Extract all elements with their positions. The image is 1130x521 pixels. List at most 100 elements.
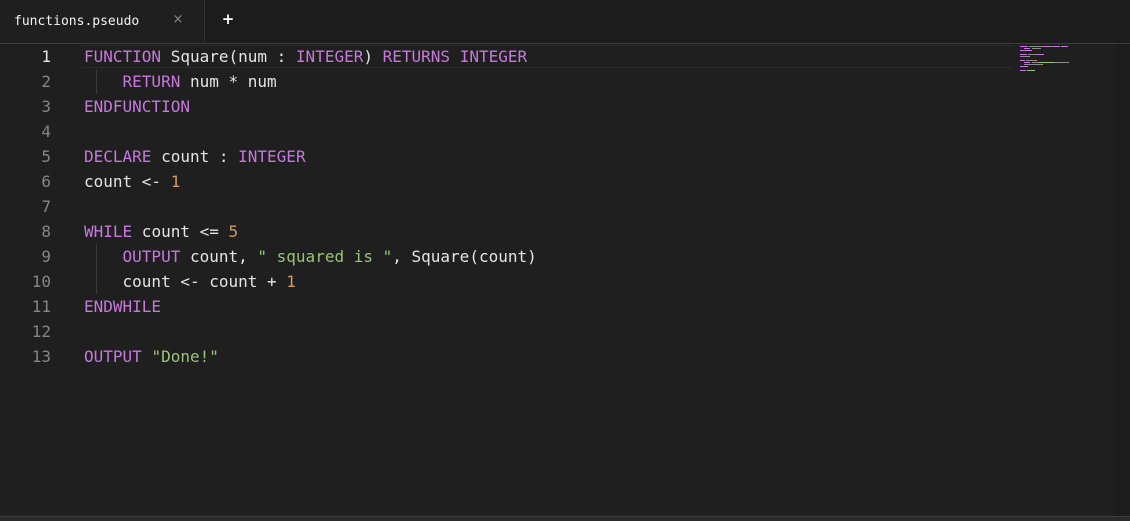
line-number: 2 bbox=[41, 72, 51, 91]
editor-window: functions.pseudo × + 1 FUNCTION Square(nu… bbox=[0, 0, 1130, 521]
keyword-token: RETURN bbox=[122, 72, 181, 91]
minimap-segment bbox=[1024, 48, 1031, 49]
line-number: 12 bbox=[31, 322, 51, 341]
minimap-segment bbox=[1020, 46, 1029, 47]
code-text: DECLARE count : INTEGER bbox=[84, 144, 306, 169]
keyword-token: INTEGER bbox=[459, 47, 528, 66]
code-line[interactable]: 6 count <- 1 bbox=[0, 169, 1012, 194]
minimap-segment bbox=[1036, 54, 1045, 55]
tab-title: functions.pseudo bbox=[14, 14, 140, 29]
code-text: OUTPUT "Done!" bbox=[84, 344, 219, 369]
line-number: 3 bbox=[41, 97, 51, 116]
line-number: 9 bbox=[41, 247, 51, 266]
minimap-segment bbox=[1038, 62, 1054, 63]
code-line[interactable]: 13 OUTPUT "Done!" bbox=[0, 344, 1012, 369]
code-text: ENDWHILE bbox=[84, 294, 161, 319]
line-number: 4 bbox=[41, 122, 51, 141]
keyword-token: INTEGER bbox=[295, 47, 364, 66]
minimap-segment bbox=[1020, 60, 1026, 61]
line-number: 8 bbox=[41, 222, 51, 241]
keyword-token: RETURNS bbox=[382, 47, 451, 66]
code-line[interactable]: 5 DECLARE count : INTEGER bbox=[0, 144, 1012, 169]
code-line[interactable]: 8 WHILE count <= 5 bbox=[0, 219, 1012, 244]
line-number: 7 bbox=[41, 197, 51, 216]
minimap-segment bbox=[1020, 66, 1029, 67]
minimap-segment bbox=[1029, 46, 1044, 47]
number-token: 1 bbox=[170, 172, 181, 191]
code-text: count <- count + 1 bbox=[84, 269, 296, 294]
keyword-token: FUNCTION bbox=[84, 47, 162, 66]
line-number: 13 bbox=[31, 347, 51, 366]
text-token: , Square(count) bbox=[392, 247, 537, 266]
minimap-segment bbox=[1020, 70, 1027, 71]
text-token: count <- bbox=[84, 172, 171, 191]
keyword-token: ENDFUNCTION bbox=[84, 97, 190, 116]
status-bar bbox=[0, 516, 1130, 521]
line-number: 5 bbox=[41, 147, 51, 166]
code-line[interactable]: 12 bbox=[0, 319, 1012, 344]
code-line[interactable]: 1 FUNCTION Square(num : INTEGER) RETURNS … bbox=[0, 44, 1012, 69]
text-token: count <= bbox=[132, 222, 229, 241]
minimap-segment bbox=[1024, 62, 1031, 63]
vertical-scrollbar[interactable] bbox=[1116, 44, 1130, 516]
close-icon[interactable]: × bbox=[171, 11, 185, 28]
code-line[interactable]: 7 bbox=[0, 194, 1012, 219]
code-text: WHILE count <= 5 bbox=[84, 219, 238, 244]
minimap-segment bbox=[1028, 54, 1037, 55]
minimap-segment bbox=[1060, 46, 1069, 47]
keyword-token: OUTPUT bbox=[122, 247, 181, 266]
code-line[interactable]: 2 RETURN num * num bbox=[0, 69, 1012, 94]
line-number: 6 bbox=[41, 172, 51, 191]
minimap-segment bbox=[1035, 60, 1037, 61]
line-number: 11 bbox=[31, 297, 51, 316]
code-line[interactable]: 4 bbox=[0, 119, 1012, 144]
code-text: RETURN num * num bbox=[84, 69, 277, 94]
new-tab-plus-icon[interactable]: + bbox=[221, 10, 235, 28]
tab-bar: functions.pseudo × + bbox=[0, 0, 1130, 44]
text-token: ) bbox=[363, 47, 383, 66]
keyword-token: OUTPUT bbox=[84, 347, 142, 366]
minimap-segment bbox=[1031, 48, 1041, 49]
code-text: OUTPUT count, " squared is ", Square(cou… bbox=[84, 244, 537, 269]
code-editor[interactable]: 1 FUNCTION Square(num : INTEGER) RETURNS … bbox=[0, 44, 1130, 516]
minimap-segment bbox=[1053, 62, 1070, 63]
keyword-token: WHILE bbox=[84, 222, 133, 241]
minimap-segment bbox=[1020, 50, 1032, 51]
string-token: " squared is " bbox=[257, 247, 393, 266]
text-token: num * num bbox=[180, 72, 277, 91]
line-number: 10 bbox=[31, 272, 51, 291]
text-token: Square(num : bbox=[161, 47, 296, 66]
text-token: count, bbox=[180, 247, 258, 266]
minimap-segment bbox=[1024, 64, 1043, 65]
text-token: count <- count + bbox=[84, 272, 287, 291]
number-token: 1 bbox=[286, 272, 296, 291]
minimap-segment bbox=[1020, 56, 1030, 57]
minimap[interactable] bbox=[1016, 44, 1116, 516]
minimap-segment bbox=[1027, 70, 1035, 71]
minimap-segment bbox=[1031, 62, 1039, 63]
minimap-segment bbox=[1043, 46, 1051, 47]
minimap-segment bbox=[1020, 54, 1028, 55]
string-token: "Done!" bbox=[151, 347, 219, 366]
code-line[interactable]: 10 count <- count + 1 bbox=[0, 269, 1012, 294]
text-token: count : bbox=[151, 147, 239, 166]
code-line[interactable]: 3 ENDFUNCTION bbox=[0, 94, 1012, 119]
keyword-token: ENDWHILE bbox=[84, 297, 162, 316]
tab-functions-pseudo[interactable]: functions.pseudo × bbox=[0, 0, 205, 43]
minimap-segment bbox=[1026, 60, 1036, 61]
line-number: 1 bbox=[41, 47, 51, 66]
code-line[interactable]: 11 ENDWHILE bbox=[0, 294, 1012, 319]
keyword-token: DECLARE bbox=[84, 147, 152, 166]
minimap-segment bbox=[1029, 56, 1031, 57]
number-token: 5 bbox=[228, 222, 239, 241]
code-line[interactable]: 9 OUTPUT count, " squared is ", Square(c… bbox=[0, 244, 1012, 269]
code-text: FUNCTION Square(num : INTEGER) RETURNS I… bbox=[84, 44, 527, 69]
keyword-token: INTEGER bbox=[238, 147, 306, 166]
code-text: ENDFUNCTION bbox=[84, 94, 190, 119]
minimap-segment bbox=[1042, 64, 1044, 65]
minimap-segment bbox=[1052, 46, 1060, 47]
